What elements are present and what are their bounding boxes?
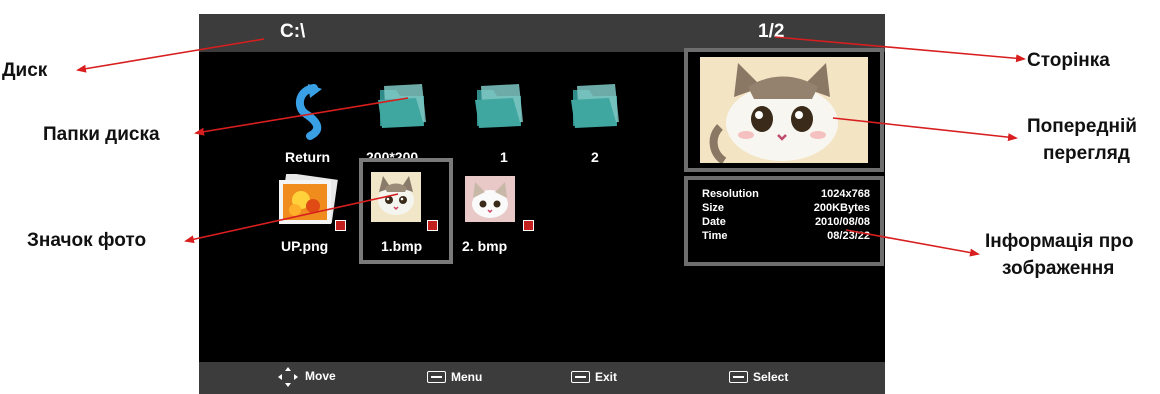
- arrow-disk: [76, 38, 265, 73]
- arrow-info: [845, 229, 980, 257]
- annotation-arrows: [76, 36, 1026, 257]
- arrow-photo-icon: [184, 193, 399, 244]
- arrow-preview: [832, 117, 1018, 142]
- arrow-folders: [194, 97, 409, 136]
- arrow-page: [774, 36, 1026, 63]
